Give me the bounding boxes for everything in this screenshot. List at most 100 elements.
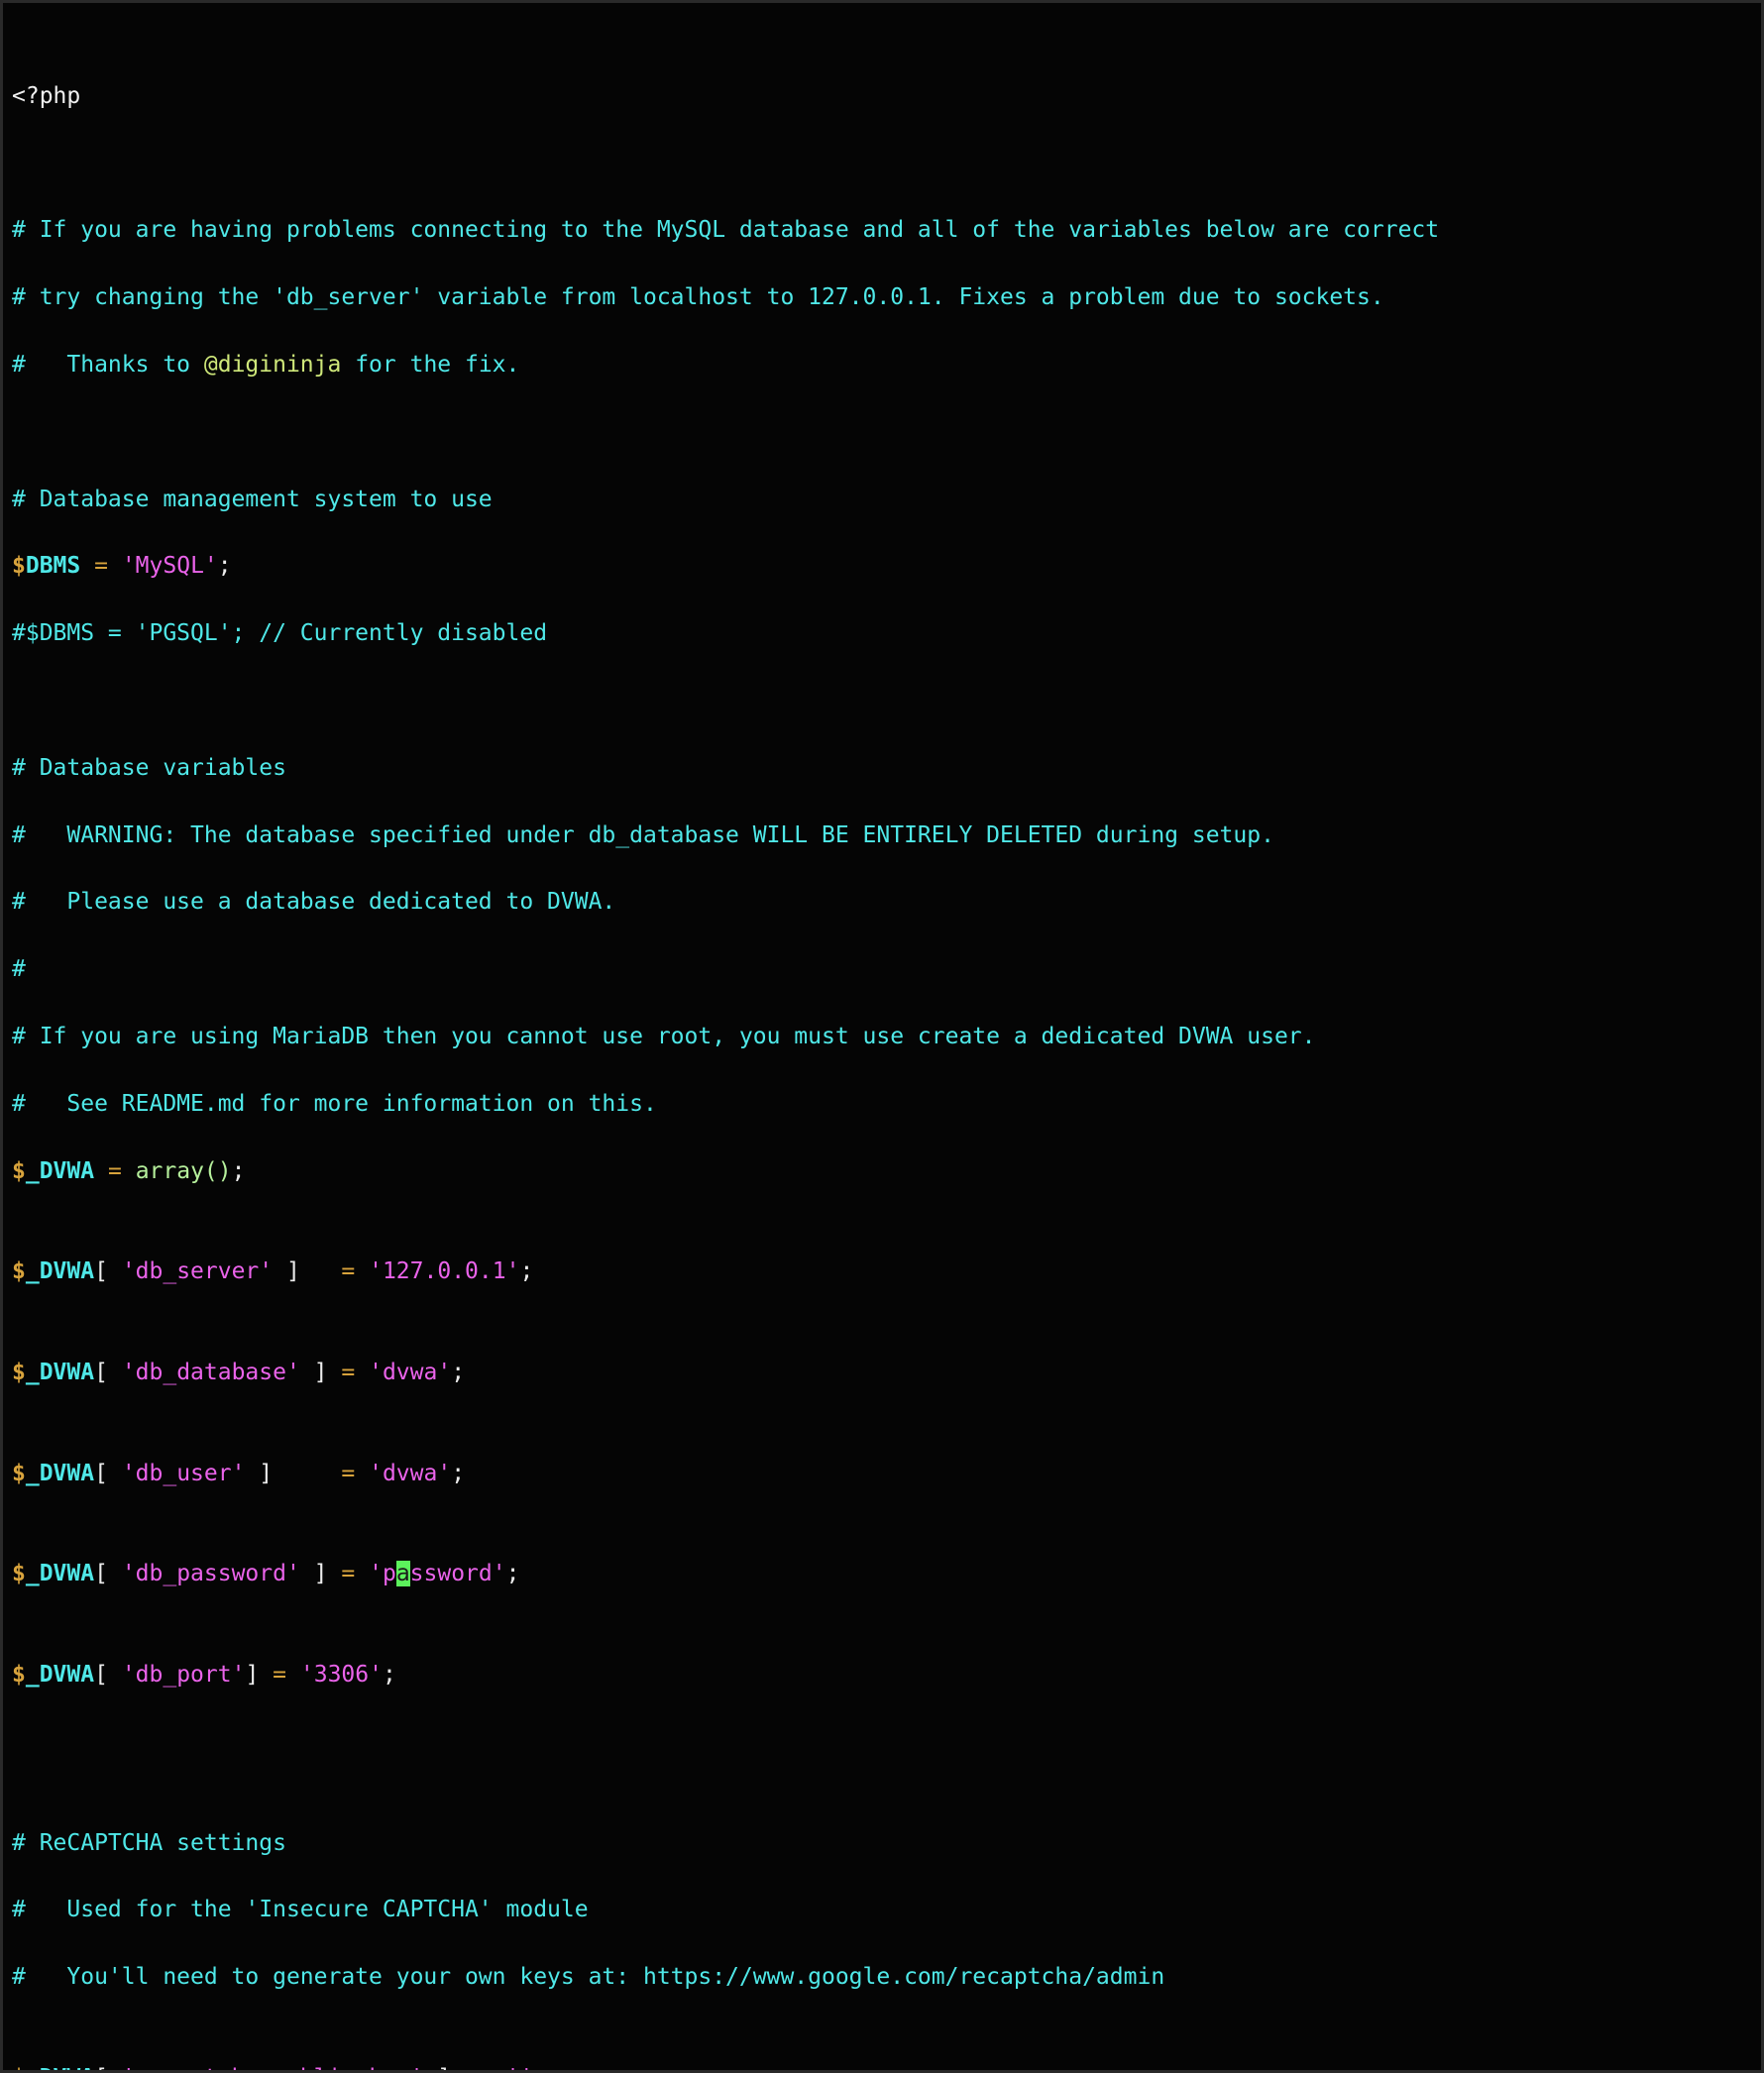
comment-dbvars-header: # Database variables <box>12 754 286 781</box>
variable-name: _DVWA <box>26 2065 94 2070</box>
terminator: ; <box>519 1258 534 1285</box>
open-bracket: [ <box>94 2065 122 2070</box>
comment-intro-2: # try changing the 'db_server' variable … <box>12 284 1384 311</box>
string-dbms-value: 'MySQL' <box>121 553 218 580</box>
terminator: ; <box>533 2065 547 2070</box>
code-line: # ReCAPTCHA settings <box>12 1827 1761 1861</box>
sigil-dbms: $ <box>12 553 26 580</box>
padding <box>328 1360 342 1385</box>
variable-dvwa-array: _DVWA <box>25 1157 95 1184</box>
comment-dbms-header: # Database management system to use <box>12 486 493 512</box>
padding <box>273 1461 341 1486</box>
text-cursor[interactable]: a <box>395 1561 410 1587</box>
sigil: $ <box>12 1662 26 1689</box>
code-line: $_DVWA = array(); <box>12 1155 1761 1189</box>
code-line: #$DBMS = 'PGSQL'; // Currently disabled <box>12 617 1761 651</box>
operator-assign: = <box>341 1561 356 1587</box>
operator-assign: = <box>479 2065 493 2070</box>
code-line: # try changing the 'db_server' variable … <box>12 281 1761 315</box>
sigil: $ <box>12 2065 26 2070</box>
comment-dbvars-5: # See README.md for more information on … <box>12 1090 657 1117</box>
open-bracket: [ <box>94 1460 122 1486</box>
variable-name: _DVWA <box>25 1258 95 1285</box>
sigil: $ <box>12 1460 26 1486</box>
comment-dbvars-2: # Please use a database dedicated to DVW… <box>12 889 616 916</box>
operator-assign: = <box>273 1662 287 1689</box>
sigil: $ <box>12 1561 26 1587</box>
open-bracket: [ <box>94 1662 122 1689</box>
operator-assign: = <box>94 553 108 580</box>
variable-name: _DVWA <box>25 1662 95 1689</box>
assigned-value: '3306' <box>299 1662 383 1689</box>
code-editor-viewport[interactable]: <?php # If you are having problems conne… <box>0 0 1764 2073</box>
code-line: # WARNING: The database specified under … <box>12 819 1761 853</box>
function-array-call: array() <box>135 1157 232 1184</box>
code-line-assignment[interactable]: $_DVWA[ 'db_server' ] = '127.0.0.1'; <box>12 1255 1761 1289</box>
variable-dbms: DBMS <box>25 553 81 580</box>
variable-name: _DVWA <box>25 1561 95 1587</box>
comment-intro-3-suffix: for the fix. <box>341 352 520 378</box>
array-key: 'db_server' <box>121 1258 274 1285</box>
close-bracket: ] <box>299 1561 328 1587</box>
comment-dbvars-3: # <box>12 956 26 983</box>
array-key: 'db_database' <box>121 1359 300 1385</box>
code-line-assignment-db-password[interactable]: $_DVWA[ 'db_password' ] = 'password'; <box>12 1558 1761 1591</box>
code-line: # Please use a database dedicated to DVW… <box>12 886 1761 920</box>
open-bracket: [ <box>94 1258 122 1285</box>
comment-dbvars-4: # If you are using MariaDB then you cann… <box>12 1023 1316 1049</box>
array-key: 'db_port' <box>121 1662 246 1689</box>
code-line: # <box>12 953 1761 987</box>
close-bracket: ] <box>245 1662 260 1689</box>
code-line: # Thanks to @digininja for the fix. <box>12 349 1761 382</box>
terminator: ; <box>382 1662 396 1689</box>
comment-recaptcha-header: # ReCAPTCHA settings <box>12 1829 286 1856</box>
terminator: ; <box>217 553 232 580</box>
terminator: ; <box>505 1561 520 1587</box>
code-line-assignment[interactable]: $_DVWA[ 'recaptcha_public_key' ] = ''; <box>12 2062 1761 2070</box>
terminator: ; <box>231 1157 246 1184</box>
mention-digininja: @digininja <box>203 352 342 378</box>
assigned-value: 'dvwa' <box>369 1460 452 1486</box>
comment-dbms-disabled: #$DBMS = 'PGSQL'; // Currently disabled <box>12 620 548 647</box>
padding <box>259 1662 273 1688</box>
code-line-assignment[interactable]: $_DVWA[ 'db_database' ] = 'dvwa'; <box>12 1357 1761 1390</box>
array-key: 'db_user' <box>121 1460 246 1486</box>
code-line: $DBMS = 'MySQL'; <box>12 550 1761 584</box>
code-line: # Database management system to use <box>12 484 1761 517</box>
operator-assign: = <box>107 1157 122 1184</box>
close-bracket: ] <box>423 2065 451 2070</box>
comment-recaptcha-2: # You'll need to generate your own keys … <box>12 1964 1165 1991</box>
code-line-assignment[interactable]: $_DVWA[ 'db_user' ] = 'dvwa'; <box>12 1458 1761 1491</box>
sigil: $ <box>12 1359 26 1385</box>
padding <box>451 2065 479 2070</box>
code-line: <?php <box>12 80 1761 114</box>
variable-name: _DVWA <box>25 1359 95 1385</box>
php-open-tag: <?php <box>12 82 81 109</box>
comment-intro-3-prefix: # Thanks to <box>12 352 204 378</box>
array-key: 'recaptcha_public_key' <box>122 2065 424 2070</box>
code-line: # Used for the 'Insecure CAPTCHA' module <box>12 1894 1761 1927</box>
padding <box>328 1561 342 1586</box>
open-bracket: [ <box>94 1561 122 1587</box>
open-bracket: [ <box>94 1359 122 1385</box>
comment-dbvars-1: # WARNING: The database specified under … <box>12 821 1274 848</box>
close-bracket: ] <box>299 1359 328 1385</box>
code-line-assignment[interactable]: $_DVWA[ 'db_port'] = '3306'; <box>12 1659 1761 1692</box>
assigned-value: 'dvwa' <box>369 1359 452 1385</box>
code-line: # Database variables <box>12 752 1761 786</box>
code-line: # If you are having problems connecting … <box>12 214 1761 248</box>
sigil-dvwa-array: $ <box>12 1157 26 1184</box>
